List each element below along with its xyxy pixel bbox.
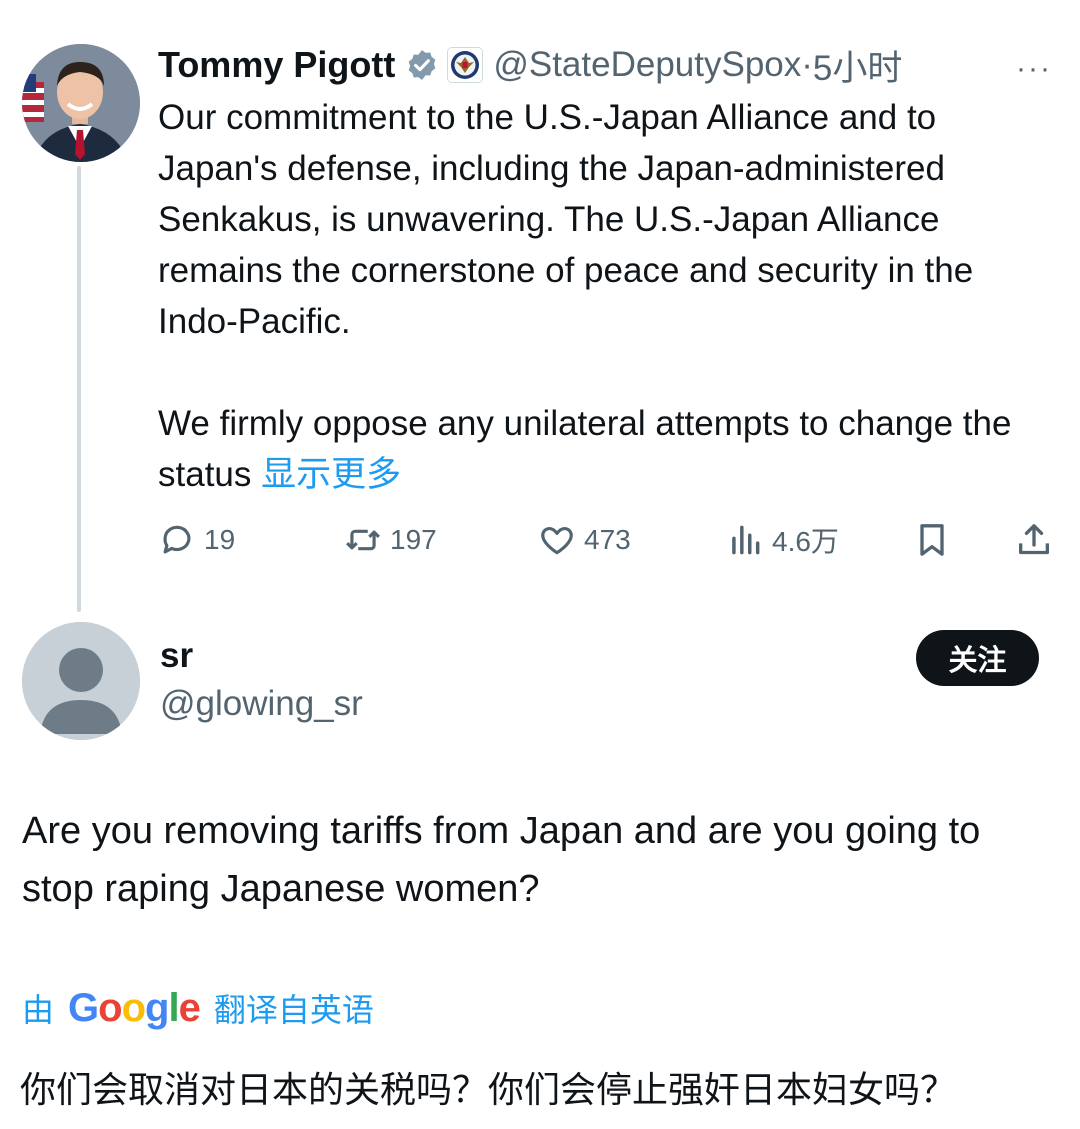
author-photo [22, 44, 140, 162]
default-avatar-icon [22, 622, 140, 740]
tweet-time[interactable]: 5小时 [813, 40, 902, 91]
author-handle[interactable]: @StateDeputySpox [493, 45, 801, 85]
header-separator: · [801, 45, 813, 84]
verified-badge-icon[interactable] [405, 48, 439, 82]
thread-connector-line [77, 166, 81, 612]
state-department-seal-icon[interactable] [447, 47, 484, 83]
like-button[interactable]: 473 [538, 514, 631, 566]
follow-button[interactable]: 关注 [916, 630, 1039, 686]
bookmark-icon [920, 524, 944, 556]
tweet-header: Tommy Pigott @StateDeputySpox · 5小时 [158, 38, 902, 92]
heart-icon [541, 527, 573, 555]
like-count: 473 [584, 524, 631, 555]
author-name[interactable]: Tommy Pigott [158, 44, 395, 86]
tweet-body: Our commitment to the U.S.-Japan Allianc… [158, 92, 1058, 500]
translated-text: 你们会取消对日本的关税吗？你们会停止强奸日本妇女吗？ [20, 1069, 957, 1110]
translate-by-google[interactable]: 由 Google 翻译自英语 [22, 980, 374, 1036]
translate-suffix: 翻译自英语 [213, 992, 374, 1028]
reply-author-avatar[interactable] [22, 622, 140, 740]
repost-icon [346, 529, 380, 551]
tweet-actions: 19 197 473 4.6万 [158, 514, 1058, 566]
tweet-paragraph-1: Our commitment to the U.S.-Japan Allianc… [158, 98, 974, 341]
reply-body: Are you removing tariffs from Japan and … [22, 810, 981, 910]
google-logo: Google [68, 985, 201, 1030]
views-button[interactable]: 4.6万 [726, 514, 839, 566]
share-icon [1019, 524, 1049, 555]
show-more-link[interactable]: 显示更多 [261, 455, 401, 494]
reply-author-name[interactable]: sr [160, 636, 193, 676]
reply-button[interactable]: 19 [158, 514, 235, 566]
bookmark-button[interactable] [912, 514, 960, 566]
tweet-paragraph-2: We firmly oppose any unilateral attempts… [158, 398, 1058, 500]
author-avatar[interactable] [22, 44, 140, 162]
views-icon [732, 525, 760, 555]
repost-count: 197 [390, 524, 437, 555]
repost-button[interactable]: 197 [344, 514, 437, 566]
share-button[interactable] [1014, 514, 1062, 566]
reply-author-handle[interactable]: @glowing_sr [160, 684, 363, 724]
translate-prefix: 由 [22, 992, 55, 1028]
more-options-icon[interactable]: ··· [1016, 52, 1052, 86]
reply-icon [163, 525, 191, 554]
reply-count: 19 [204, 524, 236, 555]
views-count: 4.6万 [772, 526, 839, 557]
